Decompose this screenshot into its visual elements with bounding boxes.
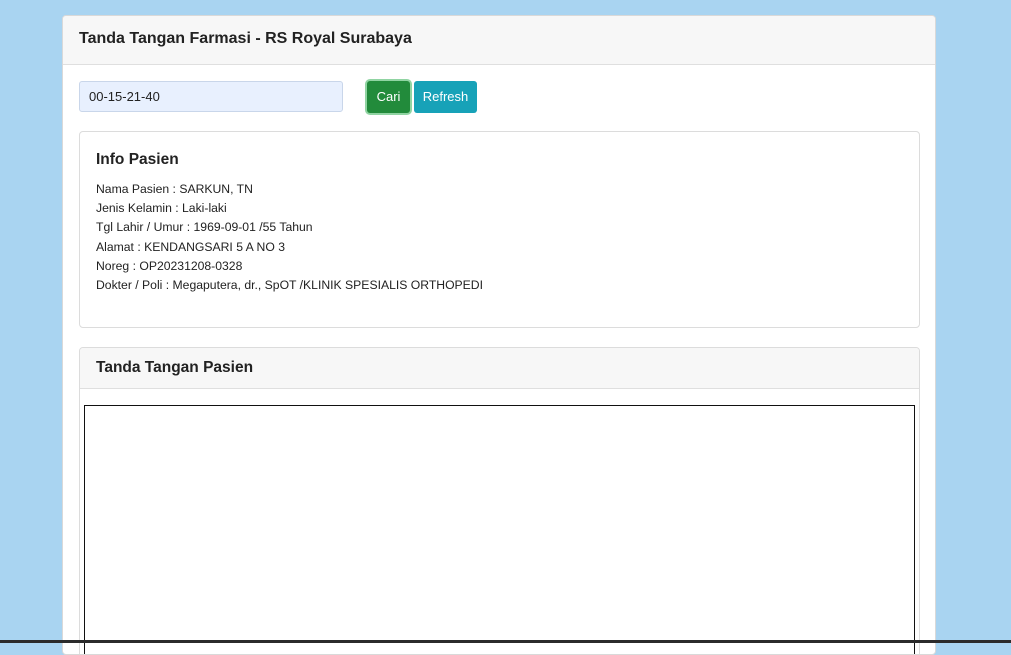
patient-doctor-clinic: Dokter / Poli : Megaputera, dr., SpOT /K… [96, 278, 483, 293]
patient-name: Nama Pasien : SARKUN, TN [96, 182, 253, 196]
patient-signature-title: Tanda Tangan Pasien [80, 348, 919, 389]
signature-pad[interactable] [84, 405, 915, 654]
patient-signature-card: Tanda Tangan Pasien [79, 347, 920, 654]
refresh-button[interactable]: Refresh [414, 81, 477, 113]
patient-address: Alamat : KENDANGSARI 5 A NO 3 [96, 239, 285, 254]
patient-registration-number: Noreg : OP20231208-0328 [96, 258, 243, 273]
patient-gender: Jenis Kelamin : Laki-laki [96, 201, 227, 216]
patient-info-card: Info Pasien Nama Pasien : SARKUN, TN Jen… [79, 131, 920, 328]
patient-birthdate-age: Tgl Lahir / Umur : 1969-09-01 /55 Tahun [96, 220, 313, 235]
search-bar: Cari Refresh [79, 81, 919, 113]
patient-info-title: Info Pasien [96, 151, 179, 168]
pharmacy-signature-card: Tanda Tangan Farmasi - RS Royal Surabaya… [62, 15, 936, 655]
search-button[interactable]: Cari [367, 81, 410, 113]
card-title: Tanda Tangan Farmasi - RS Royal Surabaya [63, 16, 935, 65]
registration-number-input[interactable] [79, 81, 343, 112]
